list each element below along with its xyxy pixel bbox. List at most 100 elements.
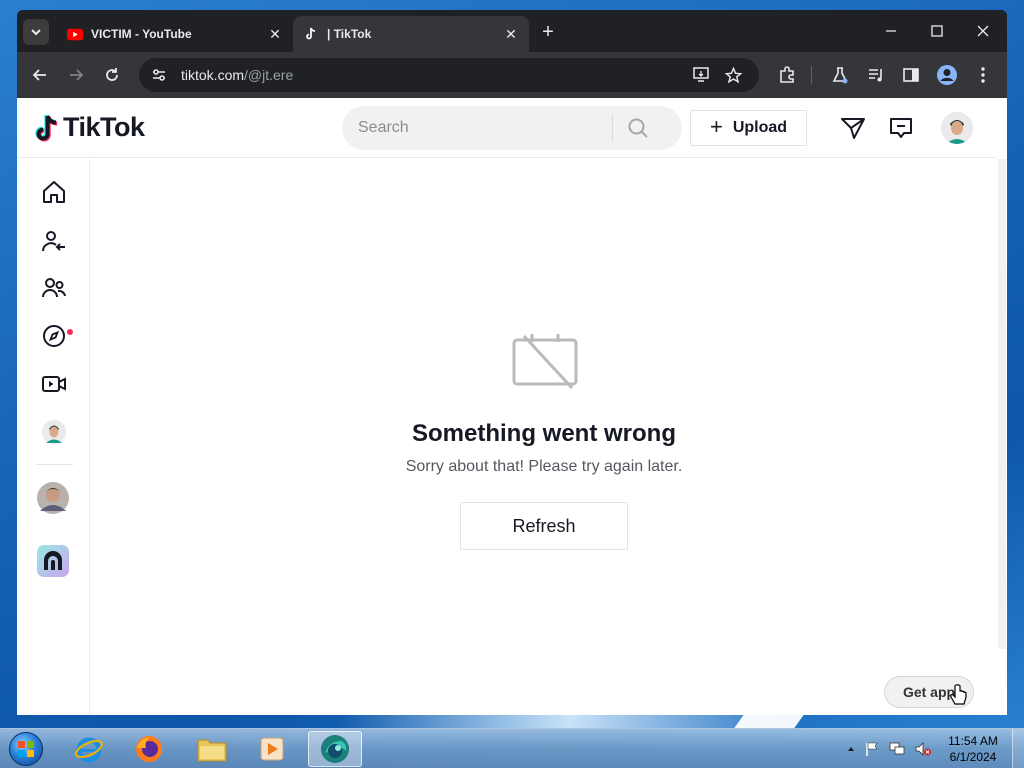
internet-explorer-icon — [75, 737, 103, 763]
tiktok-page: TikTok + Upload — [17, 98, 1007, 715]
youtube-icon — [67, 26, 83, 42]
volume-muted-icon[interactable] — [914, 741, 932, 757]
firefox-icon — [136, 736, 162, 762]
notification-dot — [67, 329, 73, 335]
network-icon[interactable] — [888, 741, 906, 757]
taskbar-file-explorer[interactable] — [185, 731, 239, 767]
search-bar — [342, 106, 682, 150]
maximize-button[interactable] — [917, 18, 957, 44]
search-icon — [628, 118, 648, 138]
sidebar-item-friends[interactable] — [39, 273, 69, 303]
extensions-icon[interactable] — [775, 63, 799, 87]
search-button[interactable] — [613, 106, 663, 150]
media-player-icon — [260, 737, 284, 761]
minimize-button[interactable] — [871, 18, 911, 44]
close-icon[interactable]: ✕ — [267, 26, 283, 42]
main-content: Something went wrong Sorry about that! P… — [91, 159, 997, 715]
action-center-flag-icon[interactable] — [864, 741, 880, 757]
arrow-left-icon — [32, 69, 46, 81]
search-input[interactable] — [342, 119, 612, 137]
tiktok-header: TikTok + Upload — [17, 98, 997, 158]
avatar — [42, 420, 66, 444]
avatar[interactable] — [941, 112, 973, 144]
app-arch-icon — [37, 545, 69, 577]
logo-text: TikTok — [63, 112, 145, 142]
browser-window: VICTIM - YouTube ✕ | TikTok ✕ + tiktok.c… — [17, 10, 1007, 715]
plus-icon: + — [709, 114, 723, 139]
chevron-up-icon[interactable] — [846, 744, 856, 754]
labs-flask-icon[interactable] — [828, 63, 852, 87]
upload-button[interactable]: + Upload — [690, 110, 807, 146]
taskbar-internet-explorer[interactable] — [62, 731, 116, 767]
new-tab-button[interactable]: + — [537, 21, 559, 43]
sidebar-item-following[interactable] — [39, 227, 69, 257]
messages-button[interactable] — [839, 114, 867, 142]
error-title: Something went wrong — [412, 420, 676, 447]
taskbar-firefox[interactable] — [122, 731, 176, 767]
tab-search-button[interactable] — [23, 19, 49, 45]
address-bar[interactable]: tiktok.com/@jt.ere — [139, 58, 759, 92]
minimize-icon — [886, 30, 896, 32]
send-plane-icon — [841, 118, 865, 139]
hand-cursor-icon — [950, 684, 967, 705]
arrow-right-icon — [70, 69, 84, 81]
taskbar-media-player[interactable] — [245, 731, 299, 767]
media-controls-icon[interactable] — [864, 63, 888, 87]
taskbar-chrome-app[interactable] — [308, 731, 362, 767]
home-icon — [43, 181, 65, 203]
refresh-button[interactable]: Refresh — [460, 502, 628, 550]
friends-icon — [42, 278, 66, 298]
close-icon[interactable]: ✕ — [503, 26, 519, 42]
upload-label: Upload — [732, 119, 788, 136]
close-window-button[interactable] — [963, 18, 1003, 44]
sidebar-app-tile[interactable] — [35, 543, 71, 579]
clock-time: 11:54 AM — [948, 734, 998, 748]
live-video-icon — [42, 376, 66, 392]
maximize-icon — [931, 25, 943, 37]
tab-youtube[interactable]: VICTIM - YouTube ✕ — [57, 16, 293, 52]
back-button[interactable] — [28, 63, 52, 87]
tiktok-logo[interactable]: TikTok — [33, 112, 145, 143]
toolbar-divider — [811, 66, 812, 84]
inbox-button[interactable] — [887, 114, 915, 142]
taskbar-clock[interactable]: 11:54 AM 6/1/2024 — [940, 733, 1006, 765]
sidebar-item-explore[interactable] — [39, 321, 69, 351]
kebab-menu-icon[interactable] — [971, 63, 995, 87]
bookmark-star-icon[interactable] — [725, 58, 742, 92]
close-icon — [977, 25, 989, 37]
tab-tiktok[interactable]: | TikTok ✕ — [293, 16, 529, 52]
following-user-icon — [42, 231, 65, 252]
reload-button[interactable] — [100, 63, 124, 87]
sidebar-item-home[interactable] — [39, 177, 69, 207]
sidebar-item-live[interactable] — [39, 369, 69, 399]
taskbar: 11:54 AM 6/1/2024 — [0, 728, 1024, 768]
clock-date: 6/1/2024 — [949, 750, 997, 764]
url-host: tiktok.com — [181, 67, 245, 83]
sidebar — [17, 159, 90, 715]
system-tray — [846, 729, 932, 768]
sidebar-divider — [37, 464, 73, 465]
windows-logo-icon — [9, 732, 43, 766]
show-desktop-button[interactable] — [1012, 729, 1024, 768]
tiktok-note-icon — [35, 113, 58, 141]
reload-icon — [106, 68, 118, 81]
folder-icon — [197, 739, 227, 762]
tab-title: VICTIM - YouTube — [91, 27, 192, 41]
avatar — [37, 482, 69, 514]
install-app-icon[interactable] — [693, 58, 711, 92]
browser-app-icon — [321, 735, 349, 763]
compass-icon — [43, 325, 65, 347]
site-settings-icon[interactable] — [149, 68, 169, 82]
tab-strip: VICTIM - YouTube ✕ | TikTok ✕ + — [17, 10, 1007, 52]
profile-icon[interactable] — [935, 63, 959, 87]
tab-title: | TikTok — [327, 27, 372, 41]
broken-calendar-icon — [512, 334, 578, 390]
tiktok-icon — [303, 26, 319, 42]
forward-button[interactable] — [64, 63, 88, 87]
vertical-scrollbar[interactable] — [998, 159, 1006, 649]
browser-toolbar: tiktok.com/@jt.ere — [17, 52, 1007, 98]
sidebar-followed-account[interactable] — [35, 480, 71, 516]
start-button[interactable] — [6, 731, 46, 767]
side-panel-icon[interactable] — [899, 63, 923, 87]
sidebar-item-profile[interactable] — [39, 417, 69, 447]
